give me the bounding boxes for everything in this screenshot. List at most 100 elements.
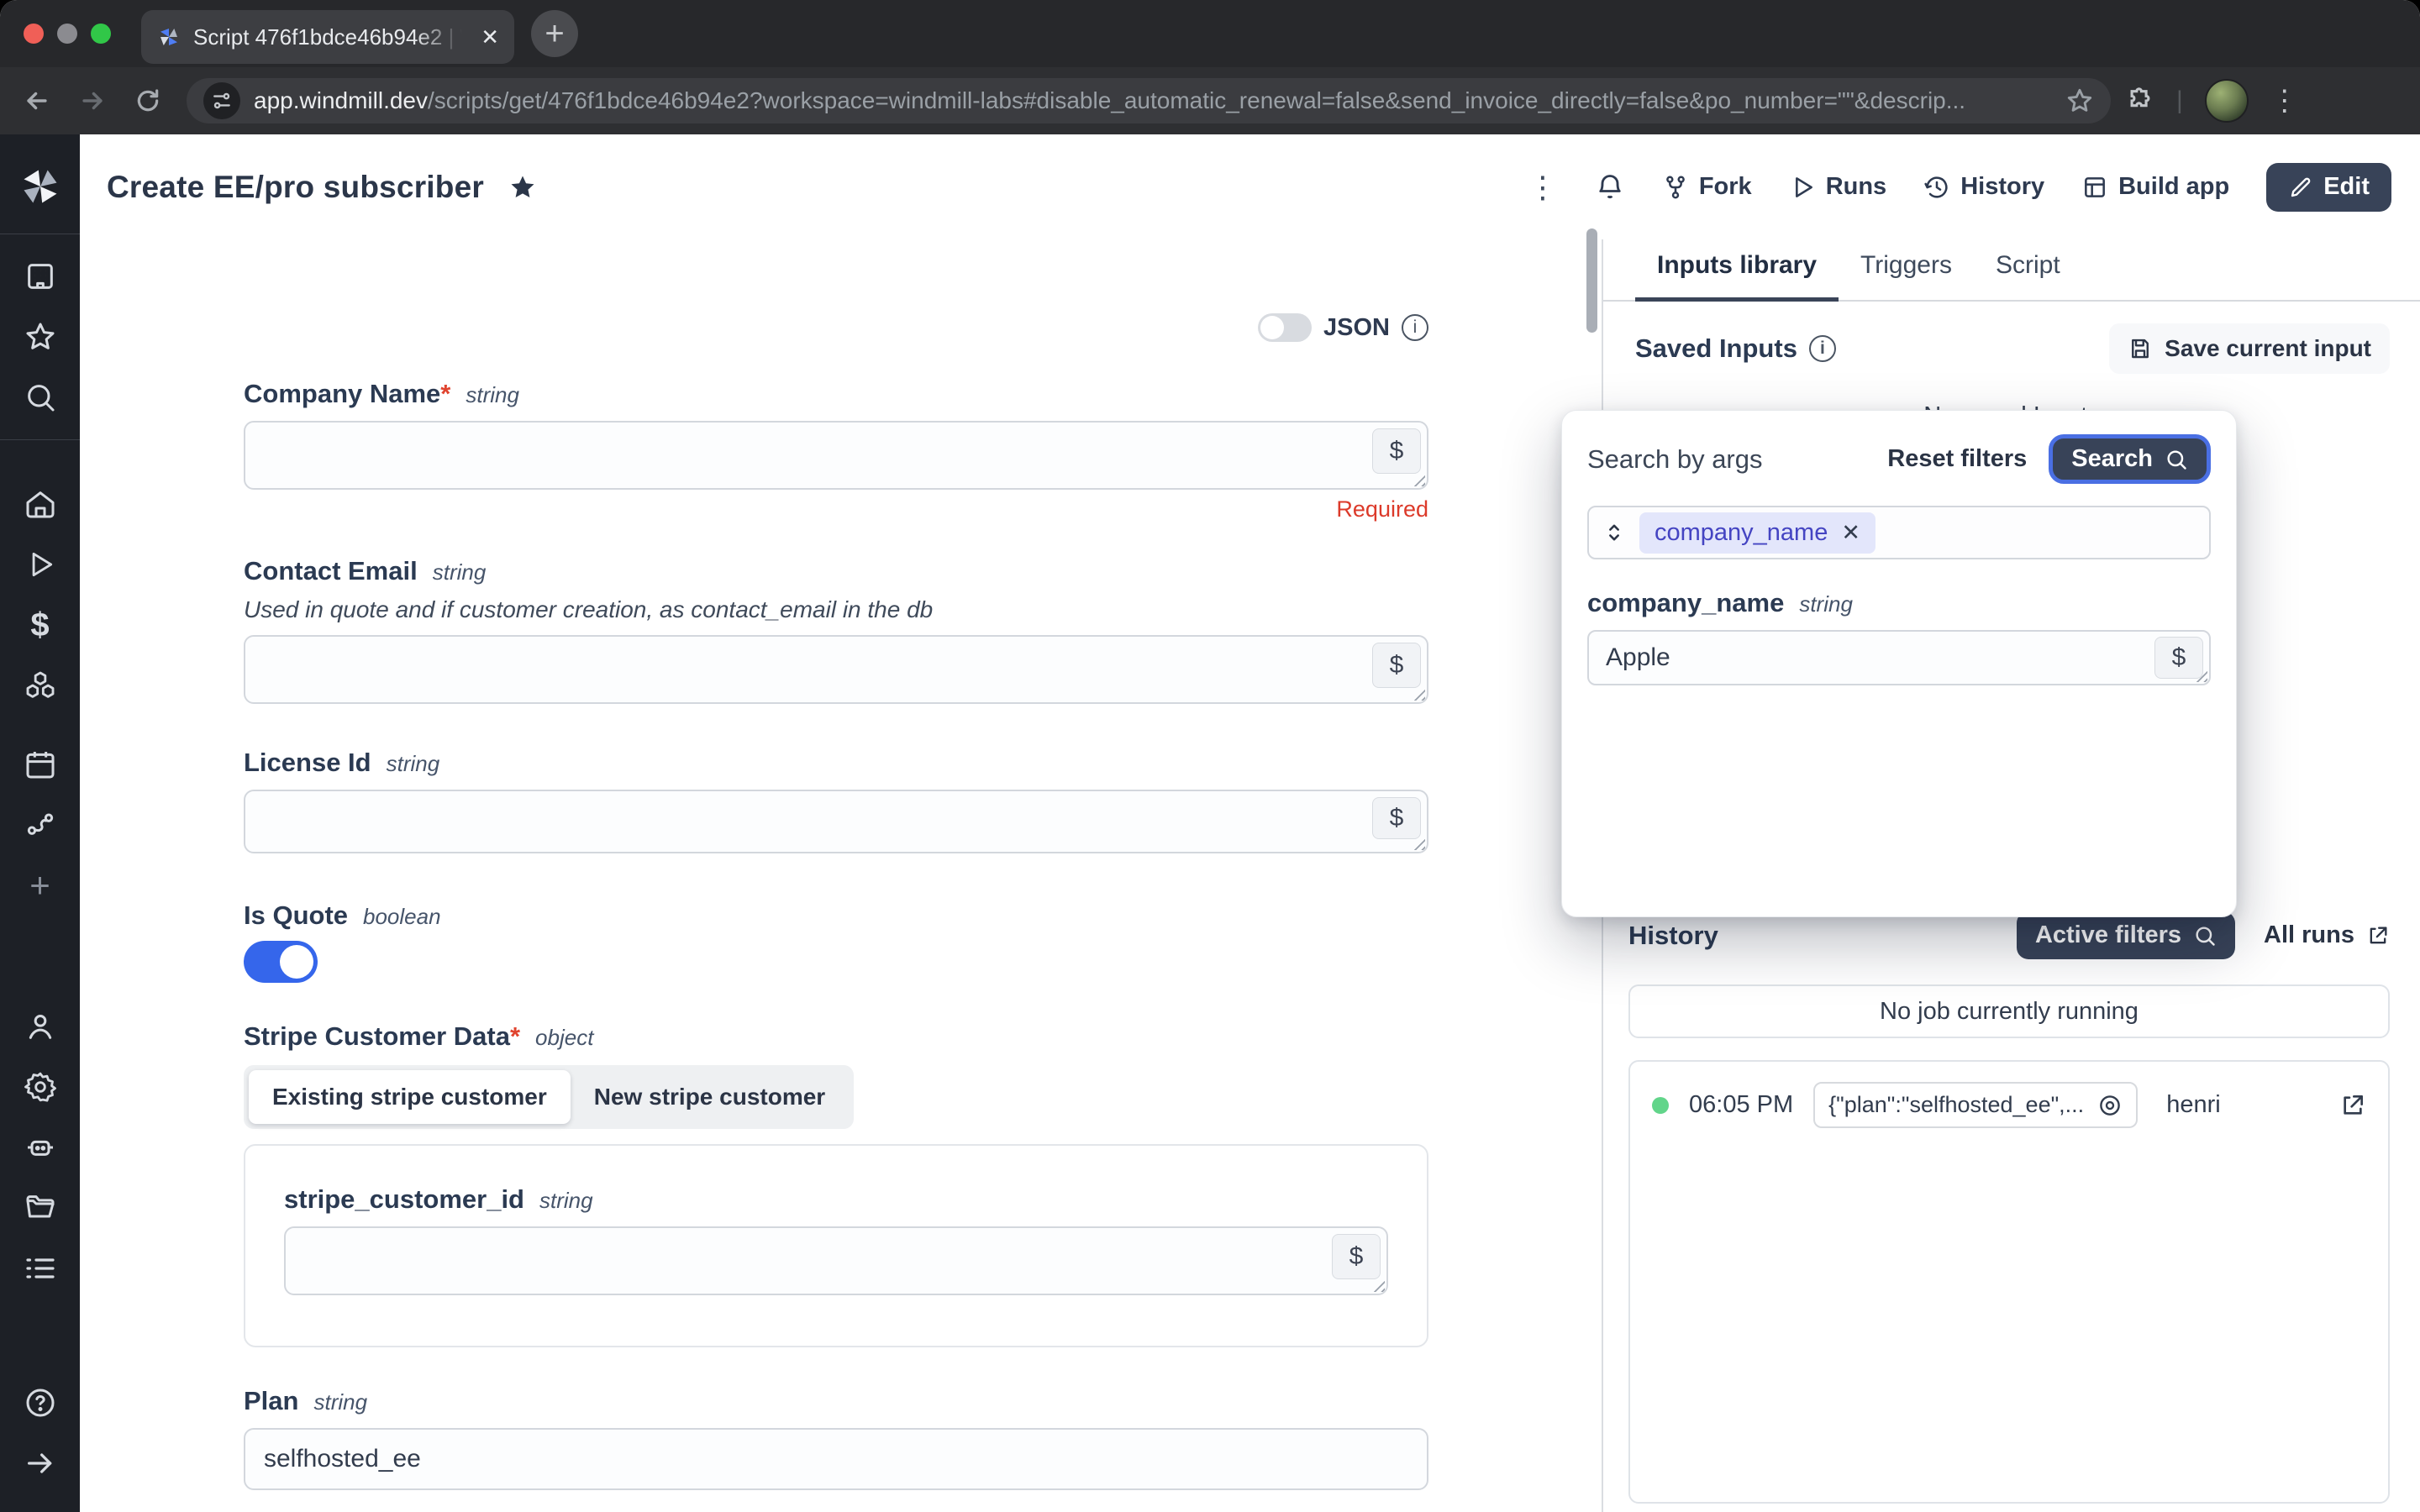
sidebar-item-runs[interactable] — [0, 534, 80, 595]
contact-email-input[interactable]: $ — [244, 635, 1428, 704]
tab-close-icon[interactable]: ✕ — [481, 24, 499, 50]
build-app-button[interactable]: Build app — [2081, 173, 2229, 201]
scrollbar-thumb[interactable] — [1586, 228, 1597, 333]
sidebar-item-schedules[interactable] — [0, 734, 80, 795]
success-status-dot — [1652, 1097, 1669, 1114]
popup-field-label-row: company_name string — [1587, 588, 2211, 618]
forward-icon[interactable] — [74, 82, 111, 119]
variable-picker-button[interactable]: $ — [1372, 797, 1421, 839]
json-toggle-label: JSON — [1323, 314, 1390, 342]
tab-existing-stripe-customer[interactable]: Existing stripe customer — [249, 1070, 571, 1124]
sidebar-item-variables[interactable]: $ — [0, 595, 80, 655]
sidebar-item-workspace[interactable] — [0, 246, 80, 307]
field-label: Plan — [244, 1386, 298, 1416]
favorite-star-icon[interactable] — [508, 172, 538, 202]
company-name-filter-input[interactable]: Apple $ — [1587, 630, 2211, 685]
search-button[interactable]: Search — [2049, 434, 2211, 484]
open-run-external-icon[interactable] — [2339, 1092, 2366, 1119]
sidebar-item-resources[interactable] — [0, 655, 80, 716]
tab-triggers[interactable]: Triggers — [1839, 239, 1974, 300]
address-bar[interactable]: app.windmill.dev/scripts/get/476f1bdce46… — [187, 78, 2111, 123]
more-menu-icon[interactable]: ⋮ — [1528, 170, 1558, 205]
browser-tabstrip: Script 476f1bdce46b94e2 | W ✕ + — [0, 0, 2420, 67]
save-current-input-button[interactable]: Save current input — [2109, 323, 2390, 374]
field-type: boolean — [363, 904, 441, 930]
variable-picker-button[interactable]: $ — [1372, 643, 1421, 688]
close-window-button[interactable] — [24, 24, 44, 44]
field-label: Stripe Customer Data — [244, 1021, 510, 1051]
is-quote-toggle[interactable] — [244, 941, 318, 983]
stripe-customer-id-input[interactable]: $ — [284, 1226, 1388, 1295]
history-title: History — [1628, 921, 1718, 951]
sidebar-item-workers[interactable] — [0, 1117, 80, 1178]
sidebar-item-home[interactable] — [0, 474, 80, 534]
field-type: string — [313, 1389, 367, 1415]
variable-picker-button[interactable]: $ — [1372, 428, 1421, 474]
fork-button[interactable]: Fork — [1662, 173, 1752, 201]
field-type: string — [433, 559, 487, 585]
browser-menu-icon[interactable]: ⋮ — [2270, 84, 2299, 118]
new-tab-button[interactable]: + — [531, 10, 578, 57]
remove-chip-icon[interactable]: ✕ — [1841, 520, 1860, 546]
saved-inputs-info-icon[interactable]: i — [1809, 335, 1836, 362]
edit-button[interactable]: Edit — [2266, 163, 2391, 212]
json-toggle[interactable] — [1258, 313, 1312, 342]
browser-tab[interactable]: Script 476f1bdce46b94e2 | W ✕ — [141, 10, 514, 64]
profile-avatar[interactable] — [2205, 79, 2249, 123]
sidebar-item-settings[interactable] — [0, 1057, 80, 1117]
history-button[interactable]: History — [1923, 173, 2044, 201]
required-note: Required — [244, 496, 1428, 522]
field-label: License Id — [244, 748, 371, 778]
field-type: string — [539, 1188, 593, 1214]
notifications-bell-icon[interactable] — [1595, 172, 1625, 202]
reload-icon[interactable] — [129, 82, 166, 119]
window-controls[interactable] — [24, 24, 111, 44]
filter-chip-company-name[interactable]: company_name ✕ — [1639, 512, 1876, 554]
extensions-icon[interactable] — [2126, 87, 2154, 115]
sidebar-item-favorites[interactable] — [0, 307, 80, 367]
site-settings-icon[interactable] — [203, 82, 240, 119]
runs-button[interactable]: Runs — [1789, 173, 1887, 201]
sidebar-collapse-icon[interactable] — [0, 1433, 80, 1494]
company-name-input[interactable]: $ — [244, 421, 1428, 490]
contact-email-label-row: Contact Email string — [244, 556, 1428, 586]
stripe-customer-object-card: stripe_customer_id string $ — [244, 1144, 1428, 1347]
sidebar-item-routes[interactable] — [0, 795, 80, 855]
tab-inputs-library[interactable]: Inputs library — [1635, 239, 1839, 300]
plan-input[interactable]: selfhosted_ee — [244, 1428, 1428, 1490]
zoom-window-button[interactable] — [91, 24, 111, 44]
all-runs-link[interactable]: All runs — [2264, 921, 2390, 949]
windmill-logo[interactable] — [18, 165, 62, 208]
windmill-favicon — [156, 24, 182, 50]
variable-picker-button[interactable]: $ — [2154, 637, 2203, 679]
sort-chevrons-icon[interactable] — [1602, 521, 1626, 544]
minimize-window-button[interactable] — [57, 24, 77, 44]
field-label: company_name — [1587, 588, 1784, 618]
field-label: stripe_customer_id — [284, 1184, 524, 1215]
panel-tabs: Inputs library Triggers Script — [1603, 239, 2420, 302]
license-id-input[interactable]: $ — [244, 790, 1428, 853]
sidebar-item-folders[interactable] — [0, 1178, 80, 1238]
tab-new-stripe-customer[interactable]: New stripe customer — [571, 1070, 849, 1124]
stripe-customer-tabgroup: Existing stripe customer New stripe cust… — [244, 1065, 854, 1129]
toolbar-separator: | — [2176, 87, 2183, 115]
back-icon[interactable] — [18, 82, 55, 119]
tab-title: Script 476f1bdce46b94e2 | W — [193, 24, 462, 50]
run-args-chip[interactable]: {"plan":"selfhosted_ee",... — [1813, 1082, 2138, 1128]
app-header: Create EE/pro subscriber ⋮ Fork Runs His… — [80, 134, 2420, 239]
sidebar-item-help[interactable] — [0, 1373, 80, 1433]
reset-filters-button[interactable]: Reset filters — [1887, 445, 2027, 473]
active-filters-button[interactable]: Active filters — [2017, 911, 2235, 959]
sidebar-item-audit-logs[interactable] — [0, 1238, 80, 1299]
tab-script[interactable]: Script — [1974, 239, 2082, 300]
json-info-icon[interactable]: i — [1402, 314, 1428, 341]
preview-eye-icon[interactable] — [2097, 1093, 2123, 1118]
sidebar-item-users[interactable] — [0, 996, 80, 1057]
browser-toolbar: app.windmill.dev/scripts/get/476f1bdce46… — [0, 67, 2420, 134]
sidebar-item-add[interactable]: + — [0, 855, 80, 916]
bookmark-star-icon[interactable] — [2065, 87, 2094, 115]
variable-picker-button[interactable]: $ — [1332, 1234, 1381, 1279]
sidebar-item-search[interactable] — [0, 367, 80, 428]
args-filter-combobox[interactable]: company_name ✕ — [1587, 506, 2211, 559]
history-run-row[interactable]: 06:05 PM {"plan":"selfhosted_ee",... hen… — [1652, 1082, 2366, 1128]
